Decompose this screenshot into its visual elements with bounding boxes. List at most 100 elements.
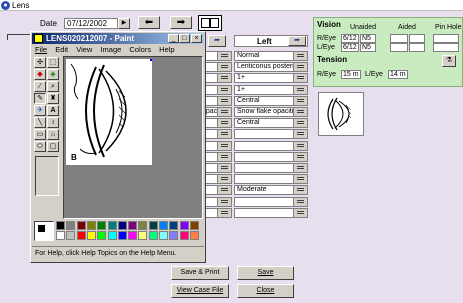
lens-sketch-thumbnail[interactable] (318, 92, 364, 136)
pencil-icon[interactable]: ✎ (34, 93, 46, 104)
reye-aided-distance[interactable] (390, 34, 408, 43)
text-tool-icon[interactable]: A (47, 105, 59, 116)
leye-unaided-near[interactable]: N5 (360, 43, 376, 52)
foreground-color[interactable] (37, 224, 46, 233)
left-finding-select[interactable]: 1+ (234, 84, 308, 95)
dropdown-arrow-icon[interactable] (293, 186, 307, 195)
dropdown-arrow-icon[interactable] (217, 164, 231, 172)
tension-tool-icon[interactable]: ⚗ (442, 55, 456, 67)
dropdown-arrow-icon[interactable] (293, 96, 307, 105)
left-finding-select[interactable]: Lenticonus posterior (234, 62, 308, 73)
palette-swatch[interactable] (128, 221, 138, 230)
paint-close-button[interactable]: × (191, 34, 202, 43)
palette-swatch[interactable] (138, 221, 148, 230)
magnifier-icon[interactable]: ⌕ (47, 81, 59, 92)
rectangle-icon[interactable]: ▭ (34, 129, 46, 140)
dropdown-arrow-icon[interactable] (217, 96, 231, 105)
palette-swatch[interactable] (169, 231, 179, 240)
dropdown-arrow-icon[interactable] (293, 108, 307, 116)
palette-swatch[interactable] (138, 231, 148, 240)
dropdown-arrow-icon[interactable] (217, 208, 231, 217)
view-case-file-button[interactable]: View Case File (171, 284, 229, 298)
right-eye-copy-icon[interactable]: ➦ (208, 35, 226, 47)
menu-colors[interactable]: Colors (129, 45, 151, 54)
palette-swatch[interactable] (97, 221, 107, 230)
dropdown-arrow-icon[interactable] (217, 85, 231, 94)
dropdown-arrow-icon[interactable] (217, 52, 231, 60)
dropdown-arrow-icon[interactable] (217, 130, 231, 139)
palette-swatch[interactable] (76, 231, 86, 240)
polygon-icon[interactable]: ⌂ (47, 129, 59, 140)
date-field[interactable]: 07/12/2002 (64, 18, 118, 29)
palette-swatch[interactable] (148, 221, 158, 230)
palette-swatch[interactable] (189, 231, 199, 240)
rounded-rect-icon[interactable]: ▢ (47, 141, 59, 152)
palette-swatch[interactable] (56, 231, 65, 240)
left-finding-select[interactable] (234, 174, 308, 185)
leye-pinhole[interactable] (433, 43, 459, 52)
tool-options-box[interactable] (35, 156, 59, 196)
dropdown-arrow-icon[interactable] (293, 208, 307, 217)
dropdown-arrow-icon[interactable] (293, 141, 307, 150)
dropdown-arrow-icon[interactable] (293, 175, 307, 184)
dropdown-arrow-icon[interactable] (217, 141, 231, 150)
airbrush-icon[interactable]: ✈ (34, 105, 46, 116)
paint-canvas[interactable]: B (66, 59, 152, 165)
date-dropdown-button[interactable]: ▶ (118, 18, 130, 29)
dropdown-arrow-icon[interactable] (293, 164, 307, 172)
reye-pinhole[interactable] (433, 34, 459, 43)
left-finding-select[interactable] (234, 207, 308, 218)
dropdown-arrow-icon[interactable] (217, 175, 231, 184)
save-print-button[interactable]: Save & Print (171, 266, 229, 280)
palette-swatch[interactable] (148, 231, 158, 240)
palette-swatch[interactable] (169, 221, 179, 230)
palette-swatch[interactable] (117, 231, 127, 240)
tension-reye-field[interactable]: 15 m (341, 70, 361, 79)
save-button[interactable]: Save (237, 266, 294, 280)
left-finding-select[interactable]: Snow flake opacities (234, 107, 308, 117)
tension-leye-field[interactable]: 14 m (388, 70, 408, 79)
left-finding-select[interactable]: Central (234, 118, 308, 129)
next-arrow-button[interactable]: ➡ (170, 16, 192, 29)
left-finding-select[interactable] (234, 151, 308, 162)
dropdown-arrow-icon[interactable] (217, 119, 231, 128)
dropdown-arrow-icon[interactable] (293, 63, 307, 72)
fill-icon[interactable]: ◈ (47, 69, 59, 80)
palette-swatch[interactable] (66, 221, 76, 230)
dropdown-arrow-icon[interactable] (293, 130, 307, 139)
paint-maximize-button[interactable]: □ (179, 34, 190, 43)
book-icon[interactable] (198, 15, 222, 31)
resize-handle[interactable] (150, 59, 152, 61)
curve-icon[interactable]: ≀ (47, 117, 59, 128)
palette-swatch[interactable] (159, 231, 168, 240)
left-finding-select[interactable]: Central (234, 95, 308, 106)
eraser-icon[interactable]: ◆ (34, 69, 46, 80)
line-icon[interactable]: ╲ (34, 117, 46, 128)
palette-swatch[interactable] (76, 221, 86, 230)
palette-swatch[interactable] (128, 231, 138, 240)
left-finding-select[interactable]: 1+ (234, 73, 308, 84)
rect-select-icon[interactable]: ⬚ (47, 57, 59, 68)
palette-swatch[interactable] (86, 231, 96, 240)
palette-swatch[interactable] (179, 221, 189, 230)
dropdown-arrow-icon[interactable] (217, 108, 231, 116)
palette-swatch[interactable] (189, 221, 199, 230)
dropdown-arrow-icon[interactable] (217, 197, 231, 206)
leye-unaided-distance[interactable]: 6/12 (341, 43, 359, 52)
paint-window[interactable]: LENS020212007 - Paint _ □ × File Edit Vi… (30, 31, 206, 263)
palette-swatch[interactable] (66, 231, 76, 240)
prev-arrow-button[interactable]: ⬅ (138, 16, 160, 29)
reye-aided-near[interactable] (409, 34, 425, 43)
left-finding-select[interactable] (234, 196, 308, 207)
dropdown-arrow-icon[interactable] (217, 74, 231, 83)
palette-swatch[interactable] (86, 221, 96, 230)
left-finding-select[interactable] (234, 163, 308, 173)
dropdown-arrow-icon[interactable] (217, 186, 231, 195)
palette-swatch[interactable] (56, 221, 65, 230)
palette-swatch[interactable] (97, 231, 107, 240)
dropdown-arrow-icon[interactable] (217, 152, 231, 161)
ellipse-icon[interactable]: ⬭ (34, 141, 46, 152)
leye-aided-near[interactable] (409, 43, 425, 52)
menu-help[interactable]: Help (159, 45, 174, 54)
dropdown-arrow-icon[interactable] (293, 197, 307, 206)
